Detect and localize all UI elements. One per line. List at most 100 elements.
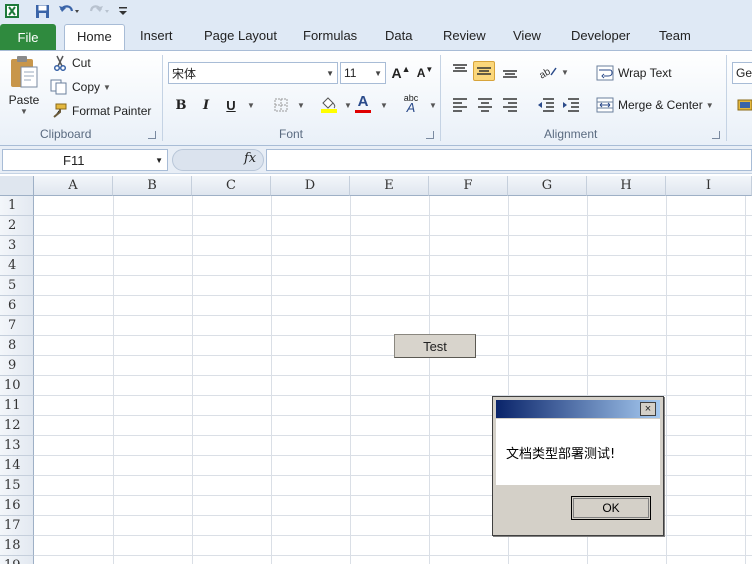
- copy-icon: [50, 79, 67, 95]
- font-launcher-icon[interactable]: [426, 131, 434, 139]
- save-icon[interactable]: [32, 2, 52, 20]
- column-header-d[interactable]: D: [271, 176, 350, 196]
- tab-developer[interactable]: Developer: [571, 28, 630, 43]
- tab-file[interactable]: File: [0, 24, 56, 50]
- copy-dropdown-icon[interactable]: ▼: [103, 83, 111, 92]
- grid-line: [34, 335, 752, 336]
- tab-formulas[interactable]: Formulas: [303, 28, 357, 43]
- row-header-14[interactable]: 14: [0, 456, 34, 476]
- undo-icon[interactable]: [56, 2, 82, 20]
- tab-data[interactable]: Data: [385, 28, 412, 43]
- underline-button[interactable]: U: [220, 95, 242, 115]
- cut-button[interactable]: Cut: [52, 55, 91, 71]
- tab-review[interactable]: Review: [443, 28, 486, 43]
- wrap-text-button[interactable]: Wrap Text: [596, 65, 672, 81]
- column-header-f[interactable]: F: [429, 176, 508, 196]
- alignment-launcher-icon[interactable]: [712, 131, 720, 139]
- close-icon[interactable]: ×: [640, 402, 656, 416]
- row-header-8[interactable]: 8: [0, 336, 34, 356]
- row-header-2[interactable]: 2: [0, 216, 34, 236]
- align-right-icon[interactable]: [499, 95, 521, 115]
- align-center-icon[interactable]: [474, 95, 496, 115]
- merge-center-button[interactable]: Merge & Center ▼: [596, 97, 714, 113]
- orientation-dropdown-icon[interactable]: ▼: [561, 68, 569, 77]
- row-header-1[interactable]: 1: [0, 196, 34, 216]
- align-left-icon[interactable]: [449, 95, 471, 115]
- column-header-h[interactable]: H: [587, 176, 666, 196]
- select-all-corner[interactable]: [0, 176, 34, 196]
- row-header-17[interactable]: 17: [0, 516, 34, 536]
- row-header-10[interactable]: 10: [0, 376, 34, 396]
- grid-line: [34, 355, 752, 356]
- tab-home[interactable]: Home: [64, 24, 125, 51]
- row-header-16[interactable]: 16: [0, 496, 34, 516]
- column-header-e[interactable]: E: [350, 176, 429, 196]
- paste-dropdown-icon[interactable]: ▼: [20, 107, 28, 116]
- accounting-format-icon[interactable]: [734, 95, 752, 115]
- number-format-combo[interactable]: Ge: [732, 62, 752, 84]
- dialog-title-bar[interactable]: ×: [496, 400, 660, 418]
- clipboard-launcher-icon[interactable]: [148, 131, 156, 139]
- tab-page-layout[interactable]: Page Layout: [204, 28, 277, 43]
- merge-dropdown-icon[interactable]: ▼: [706, 101, 714, 110]
- grow-font-icon[interactable]: A ▲: [390, 63, 412, 83]
- fill-color-dropdown-icon[interactable]: ▼: [344, 101, 352, 110]
- row-header-5[interactable]: 5: [0, 276, 34, 296]
- row-header-4[interactable]: 4: [0, 256, 34, 276]
- column-header-g[interactable]: G: [508, 176, 587, 196]
- fill-color-icon[interactable]: [318, 95, 340, 115]
- phonetic-dropdown-icon[interactable]: ▼: [429, 101, 437, 110]
- font-color-icon[interactable]: A: [352, 93, 374, 113]
- underline-dropdown-icon[interactable]: ▼: [247, 101, 255, 110]
- borders-dropdown-icon[interactable]: ▼: [297, 101, 305, 110]
- excel-logo-icon[interactable]: [2, 2, 22, 20]
- row-header-9[interactable]: 9: [0, 356, 34, 376]
- row-header-6[interactable]: 6: [0, 296, 34, 316]
- grid-line: [429, 196, 430, 564]
- grid-line: [34, 215, 752, 216]
- column-header-a[interactable]: A: [34, 176, 113, 196]
- orientation-icon[interactable]: ab: [536, 61, 558, 81]
- formula-input[interactable]: [266, 149, 752, 171]
- row-header-13[interactable]: 13: [0, 436, 34, 456]
- row-header-7[interactable]: 7: [0, 316, 34, 336]
- bold-button[interactable]: B: [170, 95, 192, 115]
- font-size-combo[interactable]: 11 ▼: [340, 62, 386, 84]
- row-header-11[interactable]: 11: [0, 396, 34, 416]
- row-header-3[interactable]: 3: [0, 236, 34, 256]
- copy-button[interactable]: Copy ▼: [50, 79, 111, 95]
- bottom-align-icon[interactable]: [499, 61, 521, 81]
- tab-insert[interactable]: Insert: [140, 28, 173, 43]
- column-header-i[interactable]: I: [666, 176, 752, 196]
- grid-line: [34, 295, 752, 296]
- tab-team[interactable]: Team: [659, 28, 691, 43]
- increase-indent-icon[interactable]: [560, 95, 582, 115]
- top-align-icon[interactable]: [449, 61, 471, 81]
- ok-button[interactable]: OK: [571, 496, 651, 520]
- customize-qat-icon[interactable]: [116, 2, 130, 20]
- font-name-combo[interactable]: 宋体 ▼: [168, 62, 338, 84]
- column-header-b[interactable]: B: [113, 176, 192, 196]
- name-box-value: F11: [63, 152, 85, 168]
- name-box[interactable]: F11 ▼: [2, 149, 168, 171]
- paste-button[interactable]: Paste ▼: [6, 55, 42, 125]
- font-color-dropdown-icon[interactable]: ▼: [380, 101, 388, 110]
- row-header-12[interactable]: 12: [0, 416, 34, 436]
- redo-icon[interactable]: [86, 2, 112, 20]
- row-header-18[interactable]: 18: [0, 536, 34, 556]
- shrink-font-icon[interactable]: A ▼: [414, 63, 436, 83]
- italic-button[interactable]: I: [195, 95, 217, 115]
- borders-icon[interactable]: [270, 95, 292, 115]
- phonetic-guide-icon[interactable]: abc A: [400, 93, 422, 115]
- row-header-15[interactable]: 15: [0, 476, 34, 496]
- format-painter-button[interactable]: Format Painter: [50, 103, 151, 119]
- test-button[interactable]: Test: [394, 334, 476, 358]
- middle-align-icon[interactable]: [473, 61, 495, 81]
- insert-function-icon[interactable]: fx: [244, 151, 256, 166]
- group-divider: [726, 55, 727, 141]
- number-format-value: Ge: [736, 66, 752, 80]
- column-header-c[interactable]: C: [192, 176, 271, 196]
- row-header-19[interactable]: 19: [0, 556, 34, 564]
- tab-view[interactable]: View: [513, 28, 541, 43]
- decrease-indent-icon[interactable]: [535, 95, 557, 115]
